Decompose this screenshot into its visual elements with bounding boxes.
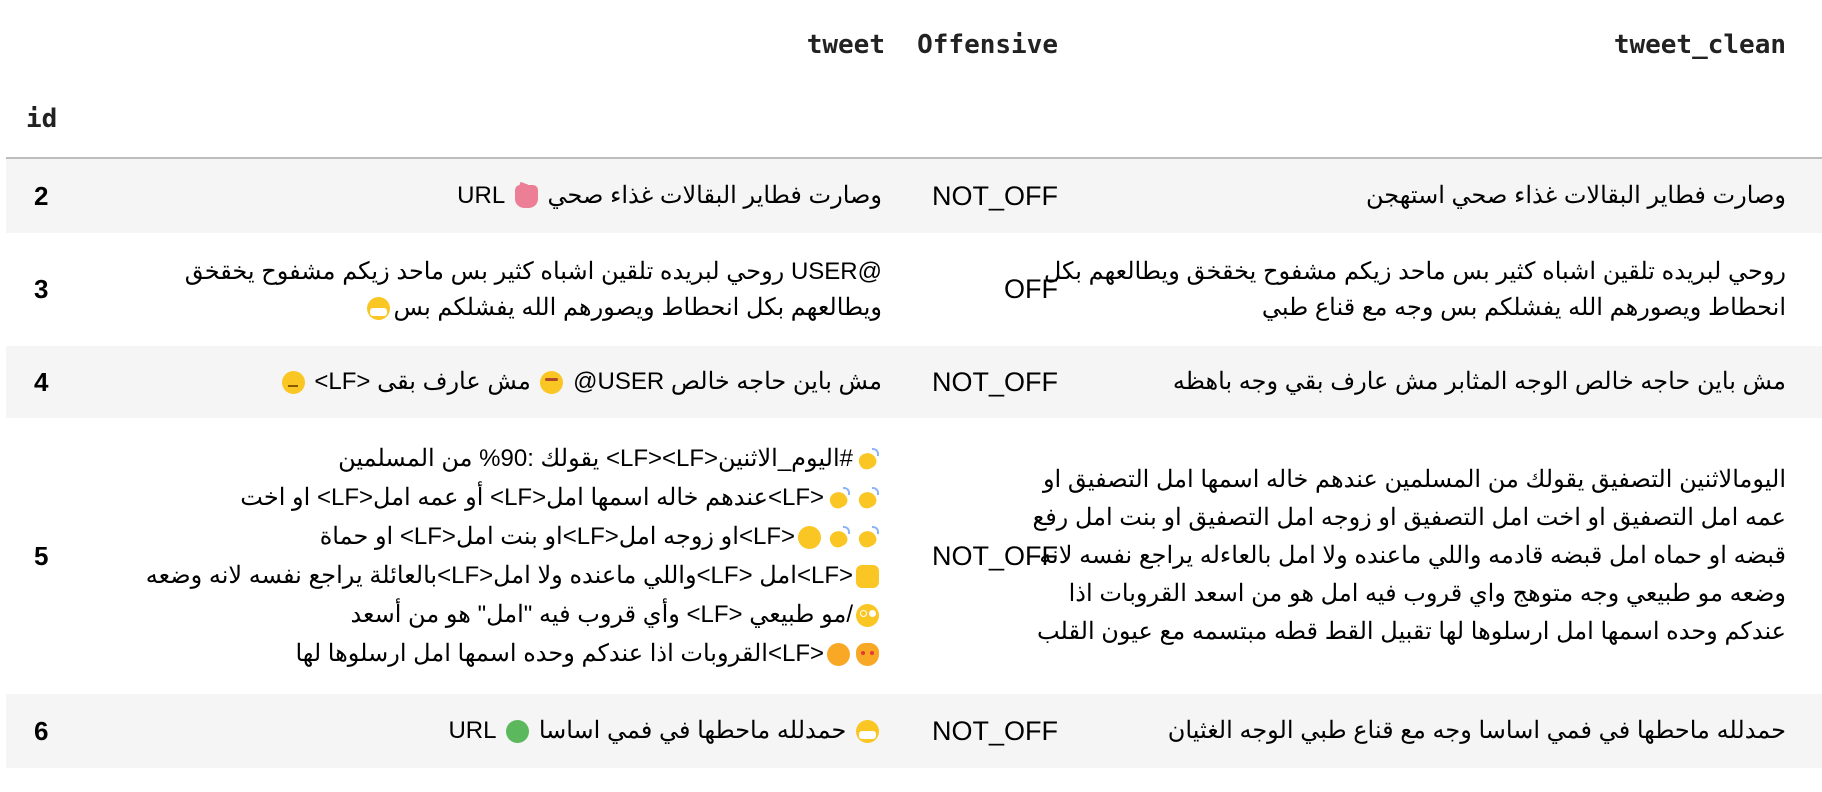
tweet-cell: #اليوم_الاثنين<LF><LF> يقولك :90% من الم… (82, 418, 882, 694)
tweet-clean-text: اليومالاثنين التصفيق يقولك من المسلمين ع… (1032, 466, 1786, 645)
tweet-text: #اليوم_الاثنين<LF><LF> يقولك :90% من الم… (146, 439, 882, 673)
tweet-line: /مو طبيعي <LF> وأي قروب فيه "امل" هو من … (146, 595, 882, 634)
tweet-clean-text: حمدلله ماحطها في فمي اساسا وجه مع قناع ط… (1167, 717, 1786, 744)
tweet-segment: @USER مش باين حاجه خالص (573, 368, 882, 395)
angry-face-icon (540, 371, 564, 395)
tweet-text: حمدلله ماحطها في فمي اساسا URL (448, 713, 882, 749)
oncoming-fist-icon (856, 565, 879, 589)
clapping-hands-icon (856, 526, 879, 549)
clapping-hands-icon (856, 448, 879, 471)
tweet-clean-text: روحي لبريده تلقين اشباه كثير بس ماحد زيك… (1043, 257, 1786, 321)
tweet-line: #اليوم_الاثنين<LF><LF> يقولك :90% من الم… (146, 439, 882, 478)
clapping-hands-icon (856, 487, 879, 510)
face-with-mask-icon (856, 720, 879, 744)
tweet-clean-cell: وصارت فطاير البقالات غذاء صحي استهجن (1026, 159, 1786, 233)
heart-eyes-cat-icon (856, 643, 879, 667)
tweet-line: @USER روحي لبريده تلقين اشباه كثير بس ما… (184, 257, 882, 285)
tweet-clean-text: مش باين حاجه خالص الوجه المثابر مش عارف … (1172, 368, 1786, 395)
column-header-tweet-clean: tweet_clean (1613, 30, 1786, 60)
tweet-segment: <LF>او زوجه امل<LF>او بنت امل<LF> او حما… (319, 523, 795, 550)
tweet-segment: <LF>القروبات اذا عندكم وحده اسمها امل ار… (295, 640, 824, 667)
kissing-cat-icon (827, 643, 850, 667)
tweet-segment: وصارت فطاير البقالات غذاء صحي (547, 182, 882, 209)
tweet-url: URL (457, 182, 506, 209)
tweet-cell: @USER روحي لبريده تلقين اشباه كثير بس ما… (82, 233, 882, 346)
tweet-url: URL (448, 717, 497, 744)
tweet-text: وصارت فطاير البقالات غذاء صحي URL (457, 178, 882, 214)
tweet-segment: <LF>امل <LF>واللي ماعنده ولا امل<LF>بالع… (145, 562, 853, 589)
table-row: 4 <LF> مش عارف بقى @USER مش باين حاجه خا… (6, 346, 1822, 418)
tweet-line: <LF>عندهم خاله اسمها امل<LF> أو عمه امل<… (146, 478, 882, 517)
tweet-text: <LF> مش عارف بقى @USER مش باين حاجه خالص (279, 364, 882, 400)
tweet-segment: حمدلله ماحطها في فمي اساسا (538, 717, 847, 744)
tweet-clean-text: وصارت فطاير البقالات غذاء صحي استهجن (1366, 182, 1786, 209)
table-row: 6 حمدلله ماحطها في فمي اساسا URL NOT_OFF… (6, 694, 1822, 768)
index-name-id: id (26, 104, 58, 134)
clapping-hands-icon (827, 487, 850, 510)
clapping-hands-icon (827, 526, 850, 549)
table-row: 3 @USER روحي لبريده تلقين اشباه كثير بس … (6, 233, 1822, 346)
face-with-mask-icon (367, 296, 391, 320)
raised-fist-icon (798, 526, 821, 550)
tweet-text: @USER روحي لبريده تلقين اشباه كثير بس ما… (185, 254, 882, 326)
tweet-line: ويطالعهم بكل انحطاط ويصورهم الله يفشلكم … (185, 290, 882, 326)
tweet-clean-cell: مش باين حاجه خالص الوجه المثابر مش عارف … (1026, 346, 1786, 418)
tweet-clean-cell: اليومالاثنين التصفيق يقولك من المسلمين ع… (1026, 418, 1786, 694)
tweet-segment: <LF> مش عارف بقى (314, 368, 531, 395)
tweet-cell: وصارت فطاير البقالات غذاء صحي URL (82, 159, 882, 233)
tweet-cell: <LF> مش عارف بقى @USER مش باين حاجه خالص (82, 346, 882, 418)
tweet-segment: ويطالعهم بكل انحطاط ويصورهم الله يفشلكم … (393, 293, 882, 321)
tweet-segment: #اليوم_الاثنين<LF><LF> يقولك :90% من الم… (338, 445, 853, 472)
table-row: 2 وصارت فطاير البقالات غذاء صحي URL NOT_… (6, 159, 1822, 233)
tweet-segment: /مو طبيعي <LF> وأي قروب فيه "امل" هو من … (350, 601, 853, 628)
tweet-cell: حمدلله ماحطها في فمي اساسا URL (82, 694, 882, 768)
pensive-face-icon (281, 371, 305, 395)
nauseated-face-icon (506, 720, 530, 744)
tweet-line: <LF>او زوجه امل<LF>او بنت امل<LF> او حما… (146, 517, 882, 556)
thumbs-down-icon (514, 185, 538, 209)
tweet-line: <LF>القروبات اذا عندكم وحده اسمها امل ار… (146, 634, 882, 673)
tweet-clean-cell: حمدلله ماحطها في فمي اساسا وجه مع قناع ط… (1026, 694, 1786, 768)
tweet-clean-cell: روحي لبريده تلقين اشباه كثير بس ماحد زيك… (1026, 233, 1786, 346)
flushed-face-icon (856, 604, 879, 628)
column-header-tweet: tweet (806, 30, 885, 60)
column-header-offensive: Offensive (917, 30, 1058, 60)
tweet-line: <LF>امل <LF>واللي ماعنده ولا امل<LF>بالع… (146, 556, 882, 595)
tweet-segment: <LF>عندهم خاله اسمها امل<LF> أو عمه امل<… (240, 484, 824, 511)
table-row: 5 #اليوم_الاثنين<LF><LF> يقولك :90% من ا… (6, 418, 1822, 694)
